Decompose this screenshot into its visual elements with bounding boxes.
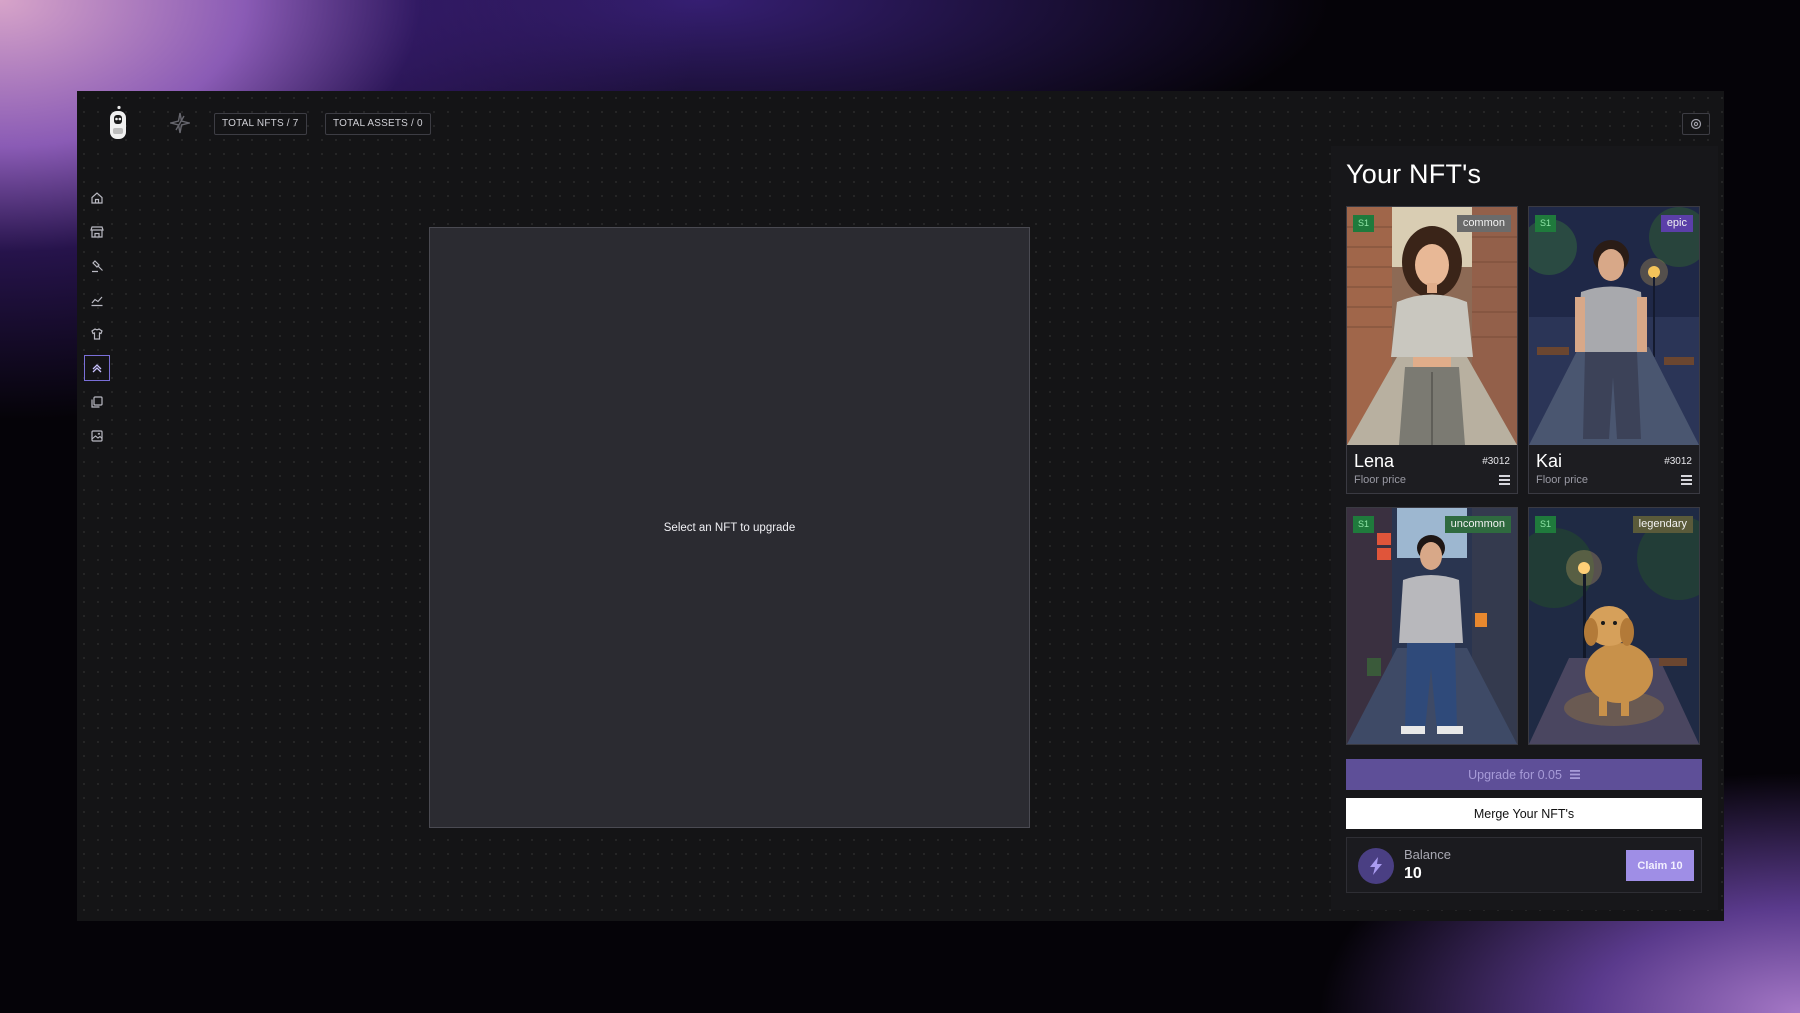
nft-name: Lena bbox=[1354, 451, 1395, 471]
eth-icon bbox=[1681, 475, 1692, 485]
merge-button[interactable]: Merge Your NFT's bbox=[1346, 798, 1702, 829]
nft-card-kai[interactable]: S1 epic Kai #3012 Floor price bbox=[1528, 206, 1700, 494]
season-badge: S1 bbox=[1535, 215, 1557, 232]
balance-label: Balance bbox=[1404, 847, 1451, 862]
sidebar-item-gallery[interactable] bbox=[84, 423, 110, 449]
upgrade-chevron-icon bbox=[92, 364, 102, 373]
nft-image: S1 uncommon bbox=[1347, 508, 1517, 744]
sidebar-item-auction[interactable] bbox=[84, 253, 110, 279]
app-window: TOTAL NFTS / 7 TOTAL ASSETS / 0 Select a… bbox=[77, 91, 1724, 921]
total-nfts-counter: TOTAL NFTS / 7 bbox=[214, 113, 307, 135]
season-badge: S1 bbox=[1353, 215, 1375, 232]
sidebar-item-collection[interactable] bbox=[84, 389, 110, 415]
nft-image: S1 epic bbox=[1529, 207, 1699, 445]
sidebar-item-wardrobe[interactable] bbox=[84, 321, 110, 347]
season-badge: S1 bbox=[1535, 516, 1557, 533]
nft-name: Kai bbox=[1536, 451, 1563, 471]
upgrade-drop-area[interactable]: Select an NFT to upgrade bbox=[429, 227, 1030, 828]
nft-card-lena[interactable]: S1 common Lena #3012 Floor price bbox=[1346, 206, 1518, 494]
nft-panel: Your NFT's S1 common Lena #3012 Floor pr… bbox=[1331, 146, 1718, 910]
floor-price-label: Floor price bbox=[1354, 474, 1406, 486]
nft-number: #3012 bbox=[1664, 456, 1692, 467]
sidebar-item-store[interactable] bbox=[84, 219, 110, 245]
upgrade-button-label: Upgrade for 0.05 bbox=[1468, 767, 1562, 782]
nft-number: #3012 bbox=[1482, 456, 1510, 467]
season-badge: S1 bbox=[1353, 516, 1375, 533]
home-icon bbox=[91, 192, 103, 204]
balance-value: 10 bbox=[1404, 865, 1422, 882]
nft-image: S1 legendary bbox=[1529, 508, 1699, 744]
shirt-icon bbox=[91, 328, 103, 340]
total-assets-counter: TOTAL ASSETS / 0 bbox=[325, 113, 431, 135]
sidebar-item-stats[interactable] bbox=[84, 287, 110, 313]
auction-hammer-icon bbox=[92, 260, 103, 273]
rarity-badge: common bbox=[1456, 215, 1511, 232]
floor-price-label: Floor price bbox=[1536, 474, 1588, 486]
nft-card-uncommon[interactable]: S1 uncommon bbox=[1346, 507, 1518, 745]
rarity-badge: legendary bbox=[1632, 516, 1693, 533]
settings-button[interactable] bbox=[1682, 113, 1710, 135]
chart-icon bbox=[91, 296, 103, 307]
eth-icon bbox=[1569, 770, 1580, 779]
rarity-badge: epic bbox=[1660, 215, 1693, 232]
store-icon bbox=[90, 226, 104, 238]
eth-icon bbox=[1499, 475, 1510, 485]
collection-icon bbox=[91, 396, 103, 408]
upgrade-placeholder-text: Select an NFT to upgrade bbox=[663, 521, 796, 534]
nft-card-legendary[interactable]: S1 legendary bbox=[1528, 507, 1700, 745]
sparkle-icon[interactable] bbox=[168, 112, 192, 134]
app-logo[interactable] bbox=[107, 105, 129, 141]
gallery-icon bbox=[91, 430, 103, 442]
sidebar-nav bbox=[84, 185, 110, 457]
sidebar-item-home[interactable] bbox=[84, 185, 110, 211]
upgrade-button[interactable]: Upgrade for 0.05 bbox=[1346, 759, 1702, 790]
settings-icon bbox=[1690, 118, 1702, 130]
panel-title: Your NFT's bbox=[1346, 159, 1482, 189]
bolt-icon bbox=[1358, 848, 1394, 884]
nft-image: S1 common bbox=[1347, 207, 1517, 445]
balance-card: Balance 10 Claim 10 bbox=[1346, 837, 1702, 893]
claim-button[interactable]: Claim 10 bbox=[1626, 850, 1694, 881]
rarity-badge: uncommon bbox=[1444, 516, 1511, 533]
sidebar-item-upgrade[interactable] bbox=[84, 355, 110, 381]
